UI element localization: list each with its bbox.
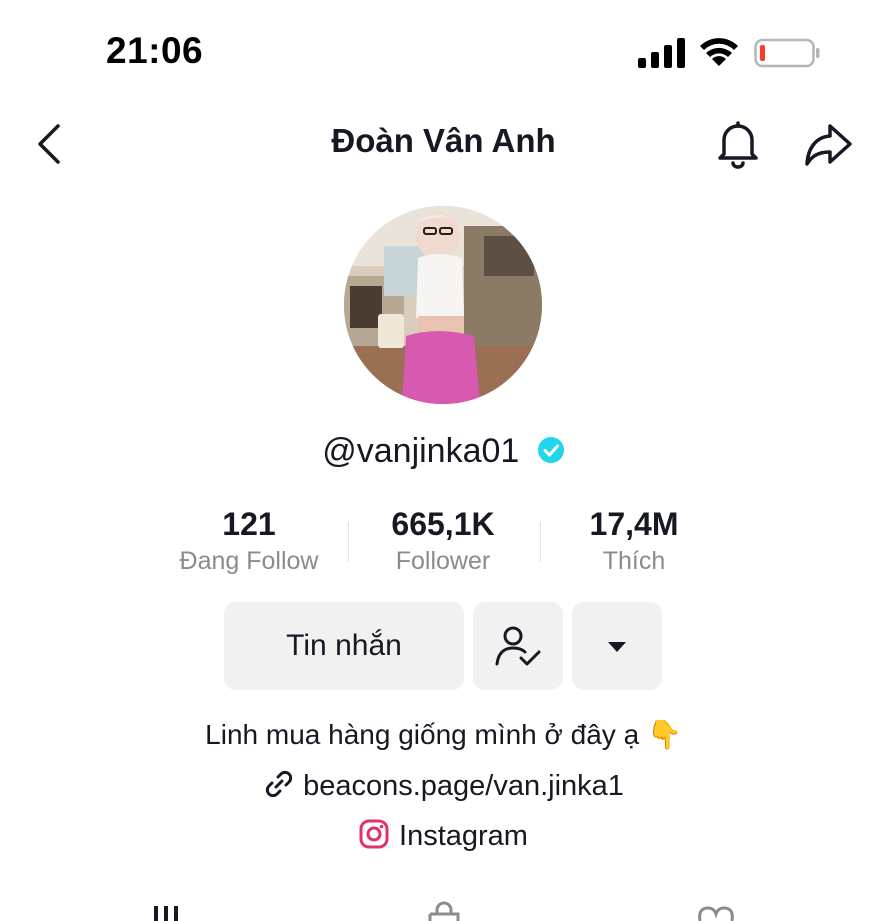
shop-tab-icon[interactable] <box>424 900 464 921</box>
signal-icon <box>638 38 685 68</box>
instagram-icon <box>359 819 389 849</box>
stat-followers[interactable]: 665,1K Follower <box>348 506 538 576</box>
username: @vanjinka01 <box>322 432 520 470</box>
suggested-accounts-button[interactable] <box>572 602 662 690</box>
profile-stats: 121 Đang Follow 665,1K Follower 17,4M Th… <box>150 506 736 586</box>
followers-label: Follower <box>395 547 491 575</box>
videos-tab-icon[interactable] <box>150 900 190 921</box>
stat-following[interactable]: 121 Đang Follow <box>154 506 344 576</box>
friends-icon <box>495 626 541 666</box>
bio-text: Linh mua hàng giống mình ở đây ạ 👇 <box>205 719 682 750</box>
status-time: 21:06 <box>106 30 204 71</box>
avatar-photo <box>344 206 542 404</box>
following-label: Đang Follow <box>179 547 319 575</box>
message-button[interactable]: Tin nhắn <box>224 602 464 690</box>
instagram-label: Instagram <box>399 820 528 852</box>
likes-label: Thích <box>602 547 666 575</box>
instagram-link[interactable]: Instagram <box>0 819 887 853</box>
avatar[interactable] <box>344 206 542 404</box>
dropdown-icon <box>608 642 626 652</box>
bell-icon[interactable] <box>712 118 764 170</box>
stat-likes[interactable]: 17,4M Thích <box>539 506 729 576</box>
message-button-label: Tin nhắn <box>286 629 402 662</box>
share-icon[interactable] <box>802 120 854 168</box>
link-text: beacons.page/van.jinka1 <box>303 770 624 802</box>
profile-link[interactable]: beacons.page/van.jinka1 <box>0 770 887 803</box>
verified-icon <box>537 437 564 464</box>
liked-tab-icon[interactable] <box>696 900 736 921</box>
link-icon <box>265 771 293 798</box>
wifi-icon <box>700 38 738 66</box>
followers-count: 665,1K <box>391 506 495 542</box>
battery-icon <box>754 38 820 68</box>
likes-count: 17,4M <box>589 506 679 542</box>
following-count: 121 <box>222 506 276 542</box>
following-status-button[interactable] <box>473 602 563 690</box>
